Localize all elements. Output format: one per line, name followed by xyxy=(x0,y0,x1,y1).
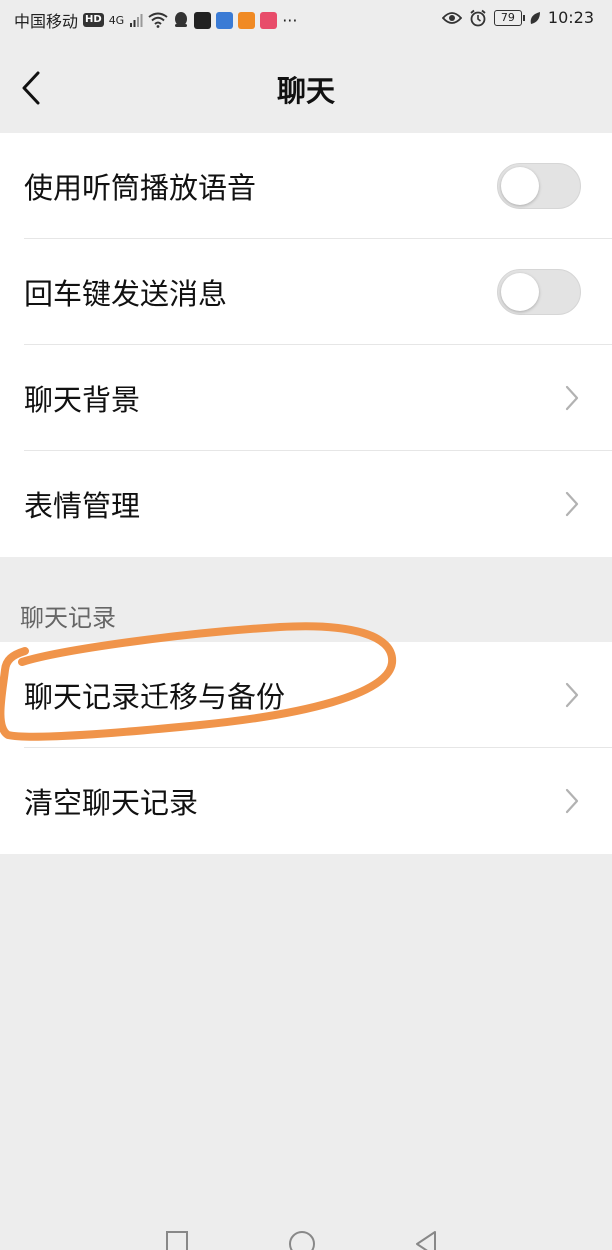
system-nav-bar xyxy=(166,1231,436,1250)
hd-badge: HD xyxy=(83,13,104,27)
eye-icon xyxy=(441,11,462,24)
qq-icon xyxy=(175,12,188,27)
setting-row-clear-history[interactable]: 清空聊天记录 xyxy=(0,748,612,854)
settings-group-chat-history: 聊天记录迁移与备份 清空聊天记录 xyxy=(0,642,612,854)
setting-label: 聊天背景 xyxy=(24,383,141,417)
chevron-right-icon xyxy=(565,491,579,517)
home-icon xyxy=(289,1231,315,1250)
status-bar-right: 79 10:23 xyxy=(441,8,594,27)
page-title: 聊天 xyxy=(276,74,335,108)
carrier-name: 中国移动 xyxy=(14,12,79,31)
back-nav-icon xyxy=(416,1231,436,1250)
network-type: 4G xyxy=(108,13,125,27)
more-notifications: ··· xyxy=(282,10,298,30)
toggle-knob xyxy=(501,273,539,311)
setting-row-sticker-management[interactable]: 表情管理 xyxy=(0,451,612,557)
setting-label: 回车键发送消息 xyxy=(24,277,228,311)
chevron-right-icon xyxy=(565,682,579,708)
setting-label: 聊天记录迁移与备份 xyxy=(24,680,286,714)
enter-send-toggle[interactable] xyxy=(497,269,581,315)
tiktok-icon xyxy=(194,11,212,29)
toggle-knob xyxy=(501,167,539,205)
setting-label: 表情管理 xyxy=(24,489,141,523)
chevron-right-icon xyxy=(565,385,579,411)
battery-icon: 79 xyxy=(493,9,525,26)
app-notification-icon xyxy=(216,11,234,29)
status-bar: 中国移动 HD 4G ··· 79 10:23 xyxy=(0,0,612,38)
alarm-icon xyxy=(470,9,486,26)
wifi-icon xyxy=(148,12,168,28)
setting-label: 清空聊天记录 xyxy=(24,786,199,820)
recent-apps-icon xyxy=(166,1231,188,1250)
app-notification-icon-3 xyxy=(260,11,278,29)
settings-group-general: 使用听筒播放语音 回车键发送消息 聊天背景 表情管理 xyxy=(0,133,612,557)
app-notification-icon-2 xyxy=(238,11,256,29)
setting-row-chat-background[interactable]: 聊天背景 xyxy=(0,345,612,451)
earpiece-toggle[interactable] xyxy=(497,163,581,209)
section-header-chat-history: 聊天记录 xyxy=(20,604,116,632)
chevron-right-icon xyxy=(565,788,579,814)
leaf-icon xyxy=(530,11,540,24)
setting-row-migrate-backup[interactable]: 聊天记录迁移与备份 xyxy=(0,642,612,748)
cell-signal-icon xyxy=(130,14,143,27)
setting-row-enter-to-send[interactable]: 回车键发送消息 xyxy=(0,239,612,345)
nav-header: 聊天 xyxy=(0,38,612,133)
setting-row-earpiece-playback[interactable]: 使用听筒播放语音 xyxy=(0,133,612,239)
clock: 10:23 xyxy=(547,8,594,27)
status-bar-left: 中国移动 HD 4G ··· xyxy=(14,8,297,32)
setting-label: 使用听筒播放语音 xyxy=(24,171,257,205)
